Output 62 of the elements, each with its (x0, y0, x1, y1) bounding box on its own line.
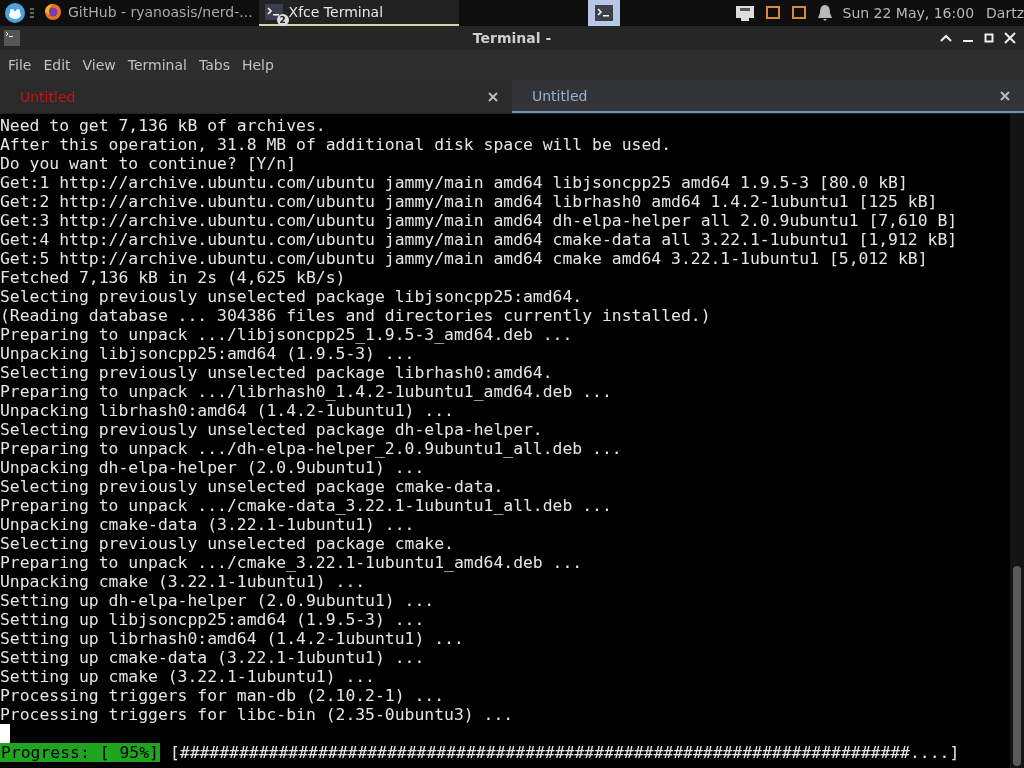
output-line: Setting up dh-elpa-helper (2.0.9ubuntu1) ... (0, 591, 435, 610)
output-line: Preparing to unpack .../librhash0_1.4.2-1ubuntu1_amd64.deb ... (0, 382, 612, 401)
terminal-icon[interactable] (4, 30, 20, 46)
output-line: Unpacking librhash0:amd64 (1.4.2-1ubuntu1) ... (0, 401, 454, 420)
shade-icon[interactable] (940, 33, 952, 43)
output-line: Need to get 7,136 kB of archives. (0, 116, 326, 135)
output-line: Processing triggers for libc-bin (2.35-0ubuntu3) ... (0, 705, 514, 724)
text-cursor (0, 724, 10, 743)
clock[interactable]: Sun 22 May, 16:00 (842, 5, 975, 21)
menu-item[interactable]: Tabs (192, 57, 236, 73)
output-line: Preparing to unpack .../cmake-data_3.22.1-1ubuntu1_all.deb ... (0, 496, 612, 515)
workspace-icon[interactable] (594, 5, 613, 21)
output-line: After this operation, 31.8 MB of additional disk space will be used. (0, 135, 672, 154)
output-line: Do you want to continue? [Y/n] (0, 154, 297, 173)
close-icon[interactable] (488, 91, 498, 102)
window-icon[interactable] (764, 5, 781, 21)
output-line: Processing triggers for man-db (2.10.2-1) ... (0, 686, 445, 705)
output-line: Setting up cmake (3.22.1-1ubuntu1) ... (0, 667, 375, 686)
output-line: Selecting previously unselected package libjsoncpp25:amd64. (0, 287, 583, 306)
output-line: Get:4 http://archive.ubuntu.com/ubuntu jammy/main amd64 cmake-data all 3.22.1-1ubuntu1 [1,912 kB] (0, 230, 958, 249)
menu-item[interactable]: File (2, 57, 38, 73)
scrollbar[interactable] (1010, 114, 1024, 768)
separator-icon (30, 8, 34, 18)
scrollbar-thumb[interactable] (1013, 566, 1021, 766)
output-line: Get:3 http://archive.ubuntu.com/ubuntu jammy/main amd64 dh-elpa-helper all 2.0.9ubuntu1 [7,610 B] (0, 211, 958, 230)
taskbar-button[interactable]: 2 Xfce Terminal (258, 0, 459, 26)
output-line: Selecting previously unselected package librhash0:amd64. (0, 363, 553, 382)
maximize-icon[interactable] (984, 33, 994, 43)
output-line: Get:2 http://archive.ubuntu.com/ubuntu jammy/main amd64 librhash0 amd64 1.4.2-1ubuntu1 [125 kB] (0, 192, 938, 211)
menu-icon[interactable] (4, 2, 26, 24)
output-line: Selecting previously unselected package cmake-data. (0, 477, 504, 496)
output-line: Unpacking cmake (3.22.1-1ubuntu1) ... (0, 572, 366, 591)
network-icon[interactable] (734, 5, 755, 21)
bell-icon[interactable] (816, 4, 833, 22)
output-line: Fetched 7,136 kB in 2s (4,625 kB/s) (0, 268, 346, 287)
taskbar-button[interactable]: GitHub - ryanoasis/nerd-... (38, 0, 259, 26)
menu-item[interactable]: Edit (37, 57, 77, 73)
user-name[interactable]: Dartz (986, 5, 1024, 21)
output-line: Preparing to unpack .../dh-elpa-helper_2.0.9ubuntu1_all.deb ... (0, 439, 622, 458)
menu-item[interactable]: Help (235, 57, 280, 73)
close-icon[interactable] (1000, 90, 1010, 101)
output-line: Preparing to unpack .../cmake_3.22.1-1ubuntu1_amd64.deb ... (0, 553, 583, 572)
output-line: Preparing to unpack .../libjsoncpp25_1.9.5-3_amd64.deb ... (0, 325, 573, 344)
progress-label: Progress: [ 95%] (0, 743, 160, 762)
output-line: Unpacking dh-elpa-helper (2.0.9ubuntu1) ... (0, 458, 425, 477)
output-line: Selecting previously unselected package dh-elpa-helper. (0, 420, 543, 439)
output-line: Get:1 http://archive.ubuntu.com/ubuntu jammy/main amd64 libjsoncpp25 amd64 1.9.5-3 [80.0 kB] (0, 173, 908, 192)
fox-icon (44, 3, 62, 21)
output-line: Selecting previously unselected package cmake. (0, 534, 454, 553)
window-icon[interactable] (790, 5, 807, 21)
output-line: (Reading database ... 304386 files and directories currently installed.) (0, 306, 711, 325)
menu-item[interactable]: Terminal (121, 57, 193, 73)
output-line: Unpacking libjsoncpp25:amd64 (1.9.5-3) ... (0, 344, 415, 363)
output-line: Get:5 http://archive.ubuntu.com/ubuntu jammy/main amd64 cmake amd64 3.22.1-1ubuntu1 [5,012 kB] (0, 249, 928, 268)
terminal-tab[interactable]: Untitled (512, 80, 1024, 113)
menu-item[interactable]: View (76, 57, 122, 73)
output-line: Setting up librhash0:amd64 (1.4.2-1ubuntu1) ... (0, 629, 464, 648)
output-line: Unpacking cmake-data (3.22.1-1ubuntu1) ... (0, 515, 415, 534)
progress-bar-text: [##########################################################################....] (169, 743, 960, 762)
output-line: Setting up cmake-data (3.22.1-1ubuntu1) ... (0, 648, 425, 667)
output-line: Setting up libjsoncpp25:amd64 (1.9.5-3) ... (0, 610, 425, 629)
window-title: Terminal - (472, 30, 552, 46)
